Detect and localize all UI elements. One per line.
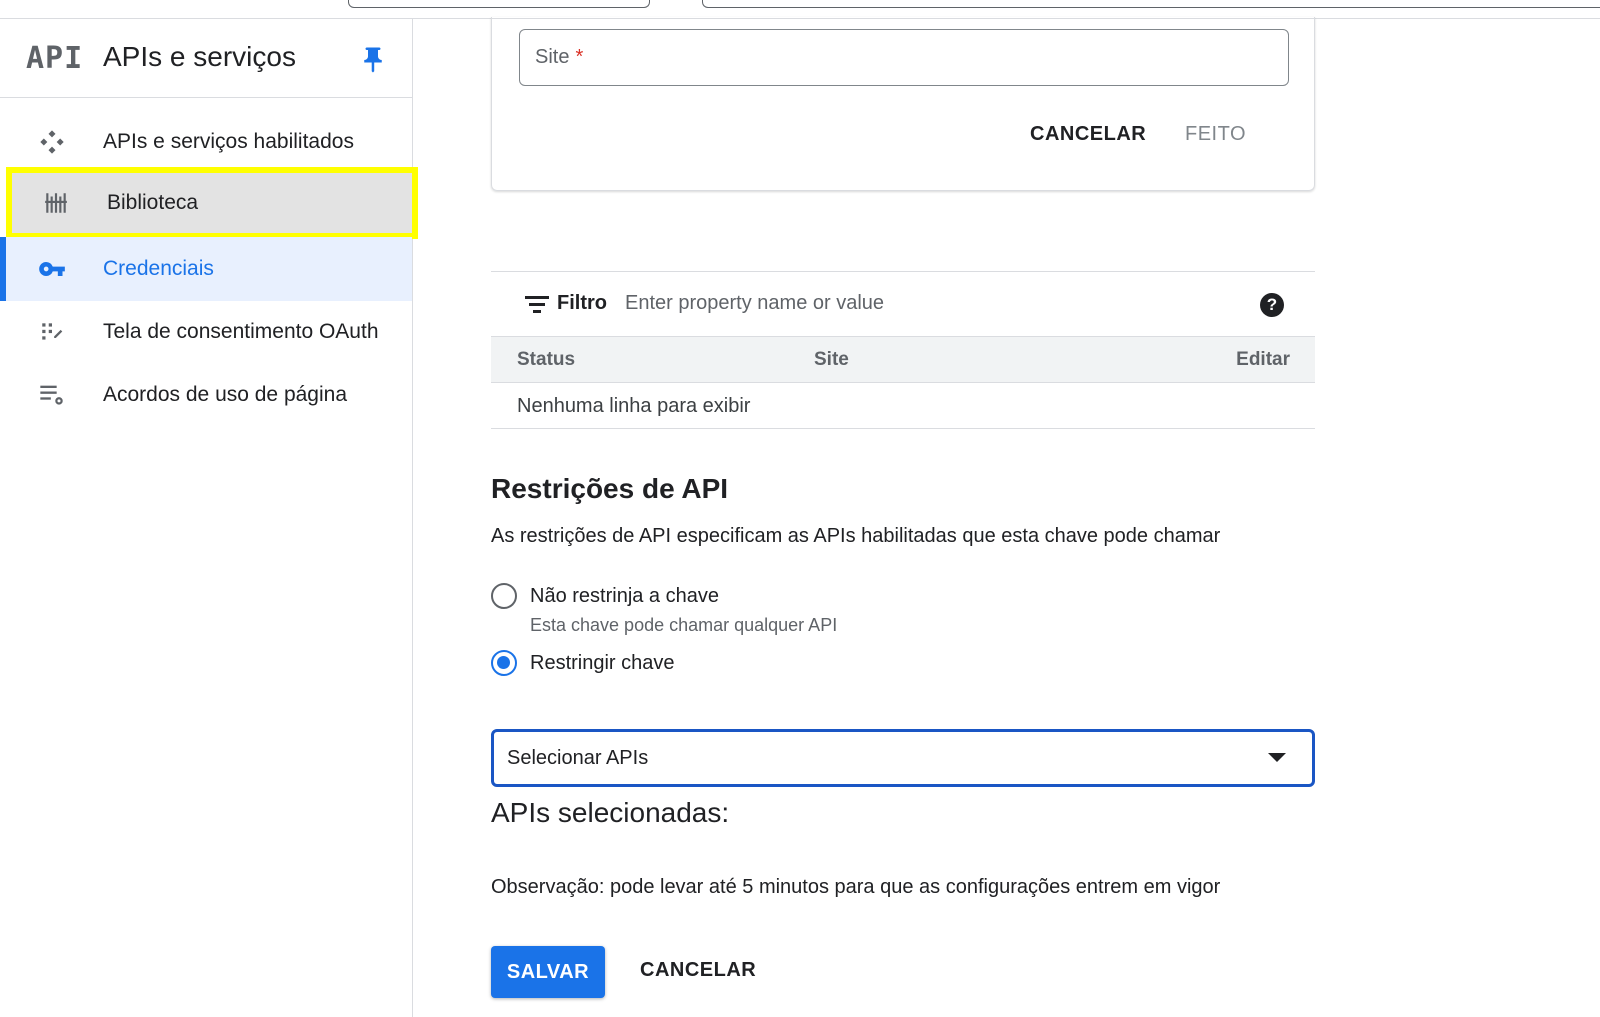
sidebar-header: API APIs e serviços bbox=[0, 19, 412, 98]
radio-restrict-key[interactable] bbox=[491, 650, 517, 676]
filter-input[interactable]: Enter property name or value bbox=[625, 292, 884, 315]
site-card: Site * CANCELAR FEITO bbox=[491, 17, 1315, 191]
table-empty-row: Nenhuma linha para exibir bbox=[491, 383, 1315, 429]
api-restrictions-title: Restrições de API bbox=[491, 473, 729, 504]
radio-unrestricted-sublabel: Esta chave pode chamar qualquer API bbox=[530, 615, 838, 635]
sidebar-item-label: Acordos de uso de página bbox=[103, 383, 348, 406]
sidebar-item-label: APIs e serviços habilitados bbox=[103, 130, 354, 153]
select-apis-value: Selecionar APIs bbox=[507, 747, 649, 769]
save-button[interactable]: SALVAR bbox=[491, 946, 605, 998]
top-search-stub bbox=[702, 0, 1600, 8]
dropdown-arrow-icon bbox=[1268, 753, 1286, 762]
api-logo: API bbox=[26, 41, 84, 76]
library-icon bbox=[40, 187, 72, 219]
radio-unrestricted-label[interactable]: Não restrinja a chave bbox=[530, 585, 719, 608]
empty-message: Nenhuma linha para exibir bbox=[517, 395, 751, 417]
dashboard-icon bbox=[36, 126, 68, 158]
column-edit: Editar bbox=[1236, 349, 1290, 370]
sidebar-item-oauth-consent[interactable]: Tela de consentimento OAuth bbox=[0, 300, 412, 364]
sidebar-item-label: Tela de consentimento OAuth bbox=[103, 320, 379, 343]
filter-bar: Filtro Enter property name or value ? bbox=[491, 271, 1315, 337]
sidebar-item-enabled-apis[interactable]: APIs e serviços habilitados bbox=[0, 110, 412, 174]
cancel-button[interactable]: CANCELAR bbox=[640, 959, 756, 982]
column-site[interactable]: Site bbox=[814, 349, 849, 371]
filter-icon bbox=[525, 296, 549, 313]
sidebar-item-page-usage[interactable]: Acordos de uso de página bbox=[0, 363, 412, 427]
help-icon[interactable]: ? bbox=[1260, 293, 1284, 317]
card-cancel-button[interactable]: CANCELAR bbox=[1030, 123, 1146, 146]
selected-apis-title: APIs selecionadas: bbox=[491, 797, 730, 828]
radio-unrestricted[interactable] bbox=[491, 583, 517, 609]
site-input-placeholder: Site bbox=[535, 46, 570, 68]
required-mark: * bbox=[575, 46, 584, 68]
settings-list-icon bbox=[36, 379, 68, 411]
sidebar: API APIs e serviços APIs e serviços habi… bbox=[0, 19, 418, 1017]
column-status[interactable]: Status bbox=[517, 349, 575, 371]
filter-label: Filtro bbox=[557, 292, 607, 314]
sidebar-item-library[interactable]: Biblioteca bbox=[6, 167, 418, 239]
api-restrictions-description: As restrições de API especificam as APIs… bbox=[491, 525, 1221, 547]
sidebar-item-label: Biblioteca bbox=[107, 191, 199, 214]
consent-icon bbox=[36, 316, 68, 348]
radio-restrict-key-label[interactable]: Restringir chave bbox=[530, 652, 675, 675]
table-header: Status Site Editar bbox=[491, 337, 1315, 383]
card-done-button[interactable]: FEITO bbox=[1185, 123, 1246, 146]
select-apis-dropdown[interactable]: Selecionar APIs bbox=[491, 729, 1315, 787]
top-tab-stub bbox=[348, 0, 650, 8]
sidebar-item-credentials[interactable]: Credenciais bbox=[0, 237, 412, 301]
settings-note: Observação: pode levar até 5 minutos par… bbox=[491, 876, 1221, 898]
sidebar-item-label: Credenciais bbox=[103, 257, 214, 280]
pin-icon[interactable] bbox=[358, 45, 388, 75]
sidebar-title: APIs e serviços bbox=[103, 41, 296, 72]
key-icon bbox=[36, 253, 68, 285]
main-content: Site * CANCELAR FEITO Filtro Enter prope… bbox=[413, 17, 1600, 1017]
site-input[interactable]: Site * bbox=[519, 29, 1289, 86]
